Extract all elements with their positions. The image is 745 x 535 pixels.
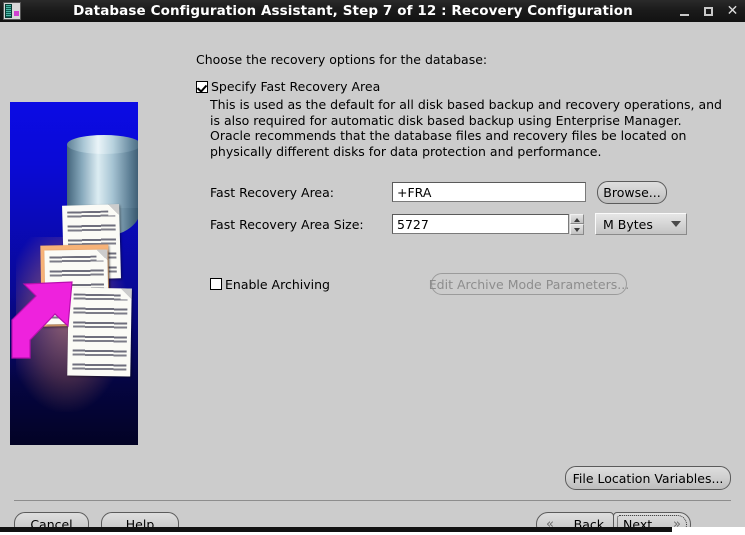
window-bottom-edge [0, 527, 745, 535]
file-location-variables-button[interactable]: File Location Variables... [565, 466, 731, 490]
chevron-down-icon [671, 221, 681, 227]
magenta-arrow-icon [10, 280, 96, 360]
specify-fra-checkbox[interactable] [196, 81, 208, 93]
fra-path-label: Fast Recovery Area: [210, 184, 334, 200]
fra-size-input[interactable]: 5727 [392, 214, 569, 234]
specify-fra-label: Specify Fast Recovery Area [211, 79, 381, 94]
enable-archiving-row: Enable Archiving Edit Archive Mode Param… [196, 273, 731, 295]
fra-path-row: Fast Recovery Area: +FRA Browse... [196, 179, 731, 205]
stepper-down-icon[interactable] [570, 224, 584, 235]
footer-divider [14, 500, 731, 501]
browse-button[interactable]: Browse... [597, 180, 667, 204]
window-controls: ✕ [678, 0, 739, 22]
window-title: Database Configuration Assistant, Step 7… [73, 3, 633, 19]
window-titlebar: Database Configuration Assistant, Step 7… [0, 0, 745, 22]
fra-path-input[interactable]: +FRA [392, 182, 586, 202]
maximize-icon[interactable] [702, 5, 715, 18]
enable-archiving-label: Enable Archiving [225, 276, 330, 292]
specify-fra-checkbox-row[interactable]: Specify Fast Recovery Area [196, 79, 731, 94]
fra-size-label: Fast Recovery Area Size: [210, 216, 364, 232]
size-unit-select[interactable]: M Bytes [595, 213, 687, 235]
minimize-icon[interactable] [678, 5, 691, 18]
sidebar-illustration [10, 102, 138, 445]
fra-size-stepper[interactable] [570, 213, 584, 235]
intro-text: Choose the recovery options for the data… [196, 52, 488, 67]
close-icon[interactable]: ✕ [726, 4, 739, 18]
dialog-body: Choose the recovery options for the data… [0, 22, 745, 535]
main-content: Choose the recovery options for the data… [196, 52, 731, 295]
stepper-up-icon[interactable] [570, 213, 584, 224]
database-app-icon [3, 2, 21, 20]
fra-field-group: Fast Recovery Area: +FRA Browse... Fast … [196, 179, 731, 237]
fra-description-text: This is used as the default for all disk… [210, 97, 722, 159]
dcca-window: Database Configuration Assistant, Step 7… [0, 0, 745, 535]
size-unit-value: M Bytes [603, 216, 653, 232]
edit-archive-mode-parameters-button: Edit Archive Mode Parameters... [429, 273, 629, 295]
enable-archiving-checkbox[interactable] [210, 278, 222, 290]
fra-size-row: Fast Recovery Area Size: 5727 M Bytes [196, 211, 731, 237]
